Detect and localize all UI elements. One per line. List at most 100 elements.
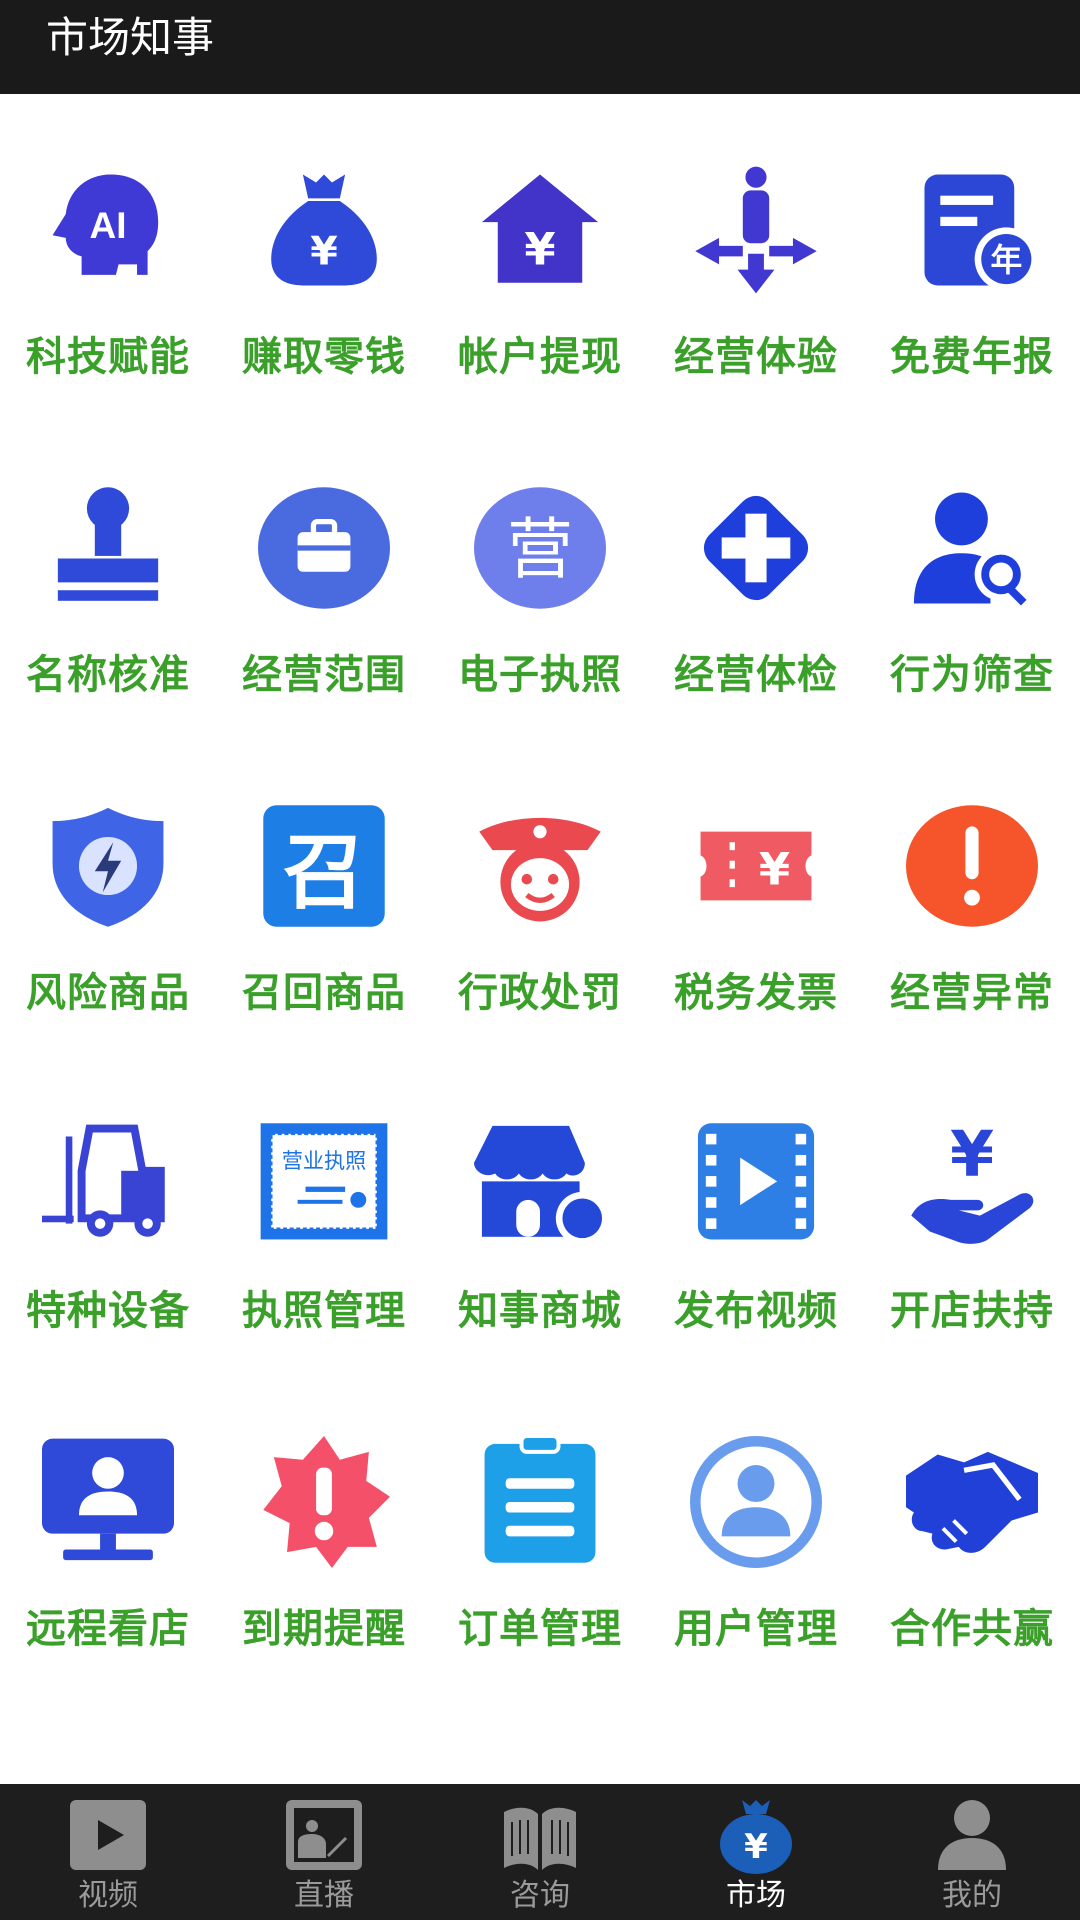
feature-grid: AI 科技赋能 ¥ 赚取零钱 ¥ 帐户提现 经营体验 年 免费年报 名称核准 经… [0,94,1080,1784]
forklift-icon [42,1118,174,1250]
person-arrows-icon [690,164,822,296]
svg-text:AI: AI [90,205,127,246]
grid-item-admin-penalty[interactable]: 行政处罚 [432,730,648,1048]
grid-item-business-experience[interactable]: 经营体验 [648,94,864,412]
svg-text:¥: ¥ [950,1118,994,1191]
ai-head-icon: AI [42,164,174,296]
grid-item-user-management[interactable]: 用户管理 [648,1366,864,1684]
shield-lightning-icon [42,800,174,932]
grid-item-label: 名称核准 [26,652,190,698]
bottom-tab-bar: 视频 直播 咨询 ¥ 市场 我的 [0,1784,1080,1920]
grid-item-behavior-screening[interactable]: 行为筛查 [864,412,1080,730]
medical-cross-icon [690,482,822,614]
house-yen-icon: ¥ [474,164,606,296]
tab-label: 我的 [942,1878,1002,1913]
business-license-icon: 营业执照 [258,1118,390,1250]
grid-item-e-license[interactable]: 营 电子执照 [432,412,648,730]
svg-text:营业执照: 营业执照 [282,1148,366,1173]
grid-item-label: 发布视频 [674,1288,838,1334]
license-circle-icon: 营 [474,482,606,614]
svg-text:¥: ¥ [310,228,338,274]
grid-item-label: 召回商品 [242,970,406,1016]
grid-item-label: 知事商城 [458,1288,622,1334]
grid-item-special-equipment[interactable]: 特种设备 [0,1048,216,1366]
video-play-icon [68,1796,148,1876]
grid-item-business-scope[interactable]: 经营范围 [216,412,432,730]
hand-yen-icon: ¥ [906,1118,1038,1250]
grid-item-label: 特种设备 [26,1288,190,1334]
grid-item-label: 到期提醒 [242,1606,406,1652]
grid-item-label: 订单管理 [458,1606,622,1652]
video-film-icon [690,1118,822,1250]
grid-item-label: 赚取零钱 [242,334,406,380]
grid-item-business-checkup[interactable]: 经营体检 [648,412,864,730]
grid-item-shop-support[interactable]: ¥ 开店扶持 [864,1048,1080,1366]
tab-label: 咨询 [510,1878,570,1913]
stamp-icon [42,482,174,614]
svg-text:营: 营 [507,511,573,588]
grid-item-label: 合作共赢 [890,1606,1054,1652]
app-header: 市场知事 [0,0,1080,94]
user-circle-icon [690,1436,822,1568]
tab-consult[interactable]: 咨询 [432,1784,648,1920]
grid-item-earn-change[interactable]: ¥ 赚取零钱 [216,94,432,412]
grid-item-recall-products[interactable]: 召 召回商品 [216,730,432,1048]
grid-item-tax-invoice[interactable]: ¥ 税务发票 [648,730,864,1048]
grid-item-label: 行政处罚 [458,970,622,1016]
grid-item-license-management[interactable]: 营业执照 执照管理 [216,1048,432,1366]
grid-item-business-abnormal[interactable]: 经营异常 [864,730,1080,1048]
svg-text:¥: ¥ [759,842,790,895]
tab-label: 市场 [726,1878,786,1913]
grid-item-order-management[interactable]: 订单管理 [432,1366,648,1684]
svg-text:¥: ¥ [744,1827,768,1867]
grid-item-label: 免费年报 [890,334,1054,380]
handshake-icon [906,1436,1038,1568]
warning-circle-icon [906,800,1038,932]
svg-text:年: 年 [990,243,1022,279]
annual-report-icon: 年 [906,164,1038,296]
grid-item-label: 经营体检 [674,652,838,698]
grid-item-label: 行为筛查 [890,652,1054,698]
tab-label: 视频 [78,1878,138,1913]
grid-item-label: 经营范围 [242,652,406,698]
recall-icon: 召 [258,800,390,932]
grid-item-shop-mall[interactable]: 知事商城 [432,1048,648,1366]
grid-item-publish-video[interactable]: 发布视频 [648,1048,864,1366]
grid-item-label: 经营体验 [674,334,838,380]
book-icon [500,1796,580,1876]
page-title: 市场知事 [46,13,215,62]
grid-item-tech[interactable]: AI 科技赋能 [0,94,216,412]
grid-item-label: 风险商品 [26,970,190,1016]
tab-live[interactable]: 直播 [216,1784,432,1920]
tab-label: 直播 [294,1878,354,1913]
briefcase-icon [258,482,390,614]
monitor-person-icon [42,1436,174,1568]
grid-item-label: 执照管理 [242,1288,406,1334]
grid-item-label: 经营异常 [890,970,1054,1016]
grid-item-label: 开店扶持 [890,1288,1054,1334]
svg-text:¥: ¥ [524,222,555,275]
grid-item-label: 帐户提现 [458,334,622,380]
grid-item-remote-view[interactable]: 远程看店 [0,1366,216,1684]
tab-market[interactable]: ¥ 市场 [648,1784,864,1920]
grid-item-cooperation[interactable]: 合作共赢 [864,1366,1080,1684]
alert-badge-icon [258,1436,390,1568]
grid-item-name-approval[interactable]: 名称核准 [0,412,216,730]
svg-text:召: 召 [283,825,365,920]
person-search-icon [906,482,1038,614]
money-bag-icon: ¥ [716,1796,796,1876]
grid-item-expiry-reminder[interactable]: 到期提醒 [216,1366,432,1684]
grid-item-risk-products[interactable]: 风险商品 [0,730,216,1048]
money-bag-icon: ¥ [258,164,390,296]
clipboard-icon [474,1436,606,1568]
grid-item-annual-report[interactable]: 年 免费年报 [864,94,1080,412]
live-image-icon [284,1796,364,1876]
grid-item-withdraw[interactable]: ¥ 帐户提现 [432,94,648,412]
tab-video[interactable]: 视频 [0,1784,216,1920]
grid-item-label: 科技赋能 [26,334,190,380]
ticket-yen-icon: ¥ [690,800,822,932]
grid-item-label: 远程看店 [26,1606,190,1652]
user-icon [932,1796,1012,1876]
tab-mine[interactable]: 我的 [864,1784,1080,1920]
police-icon [474,800,606,932]
